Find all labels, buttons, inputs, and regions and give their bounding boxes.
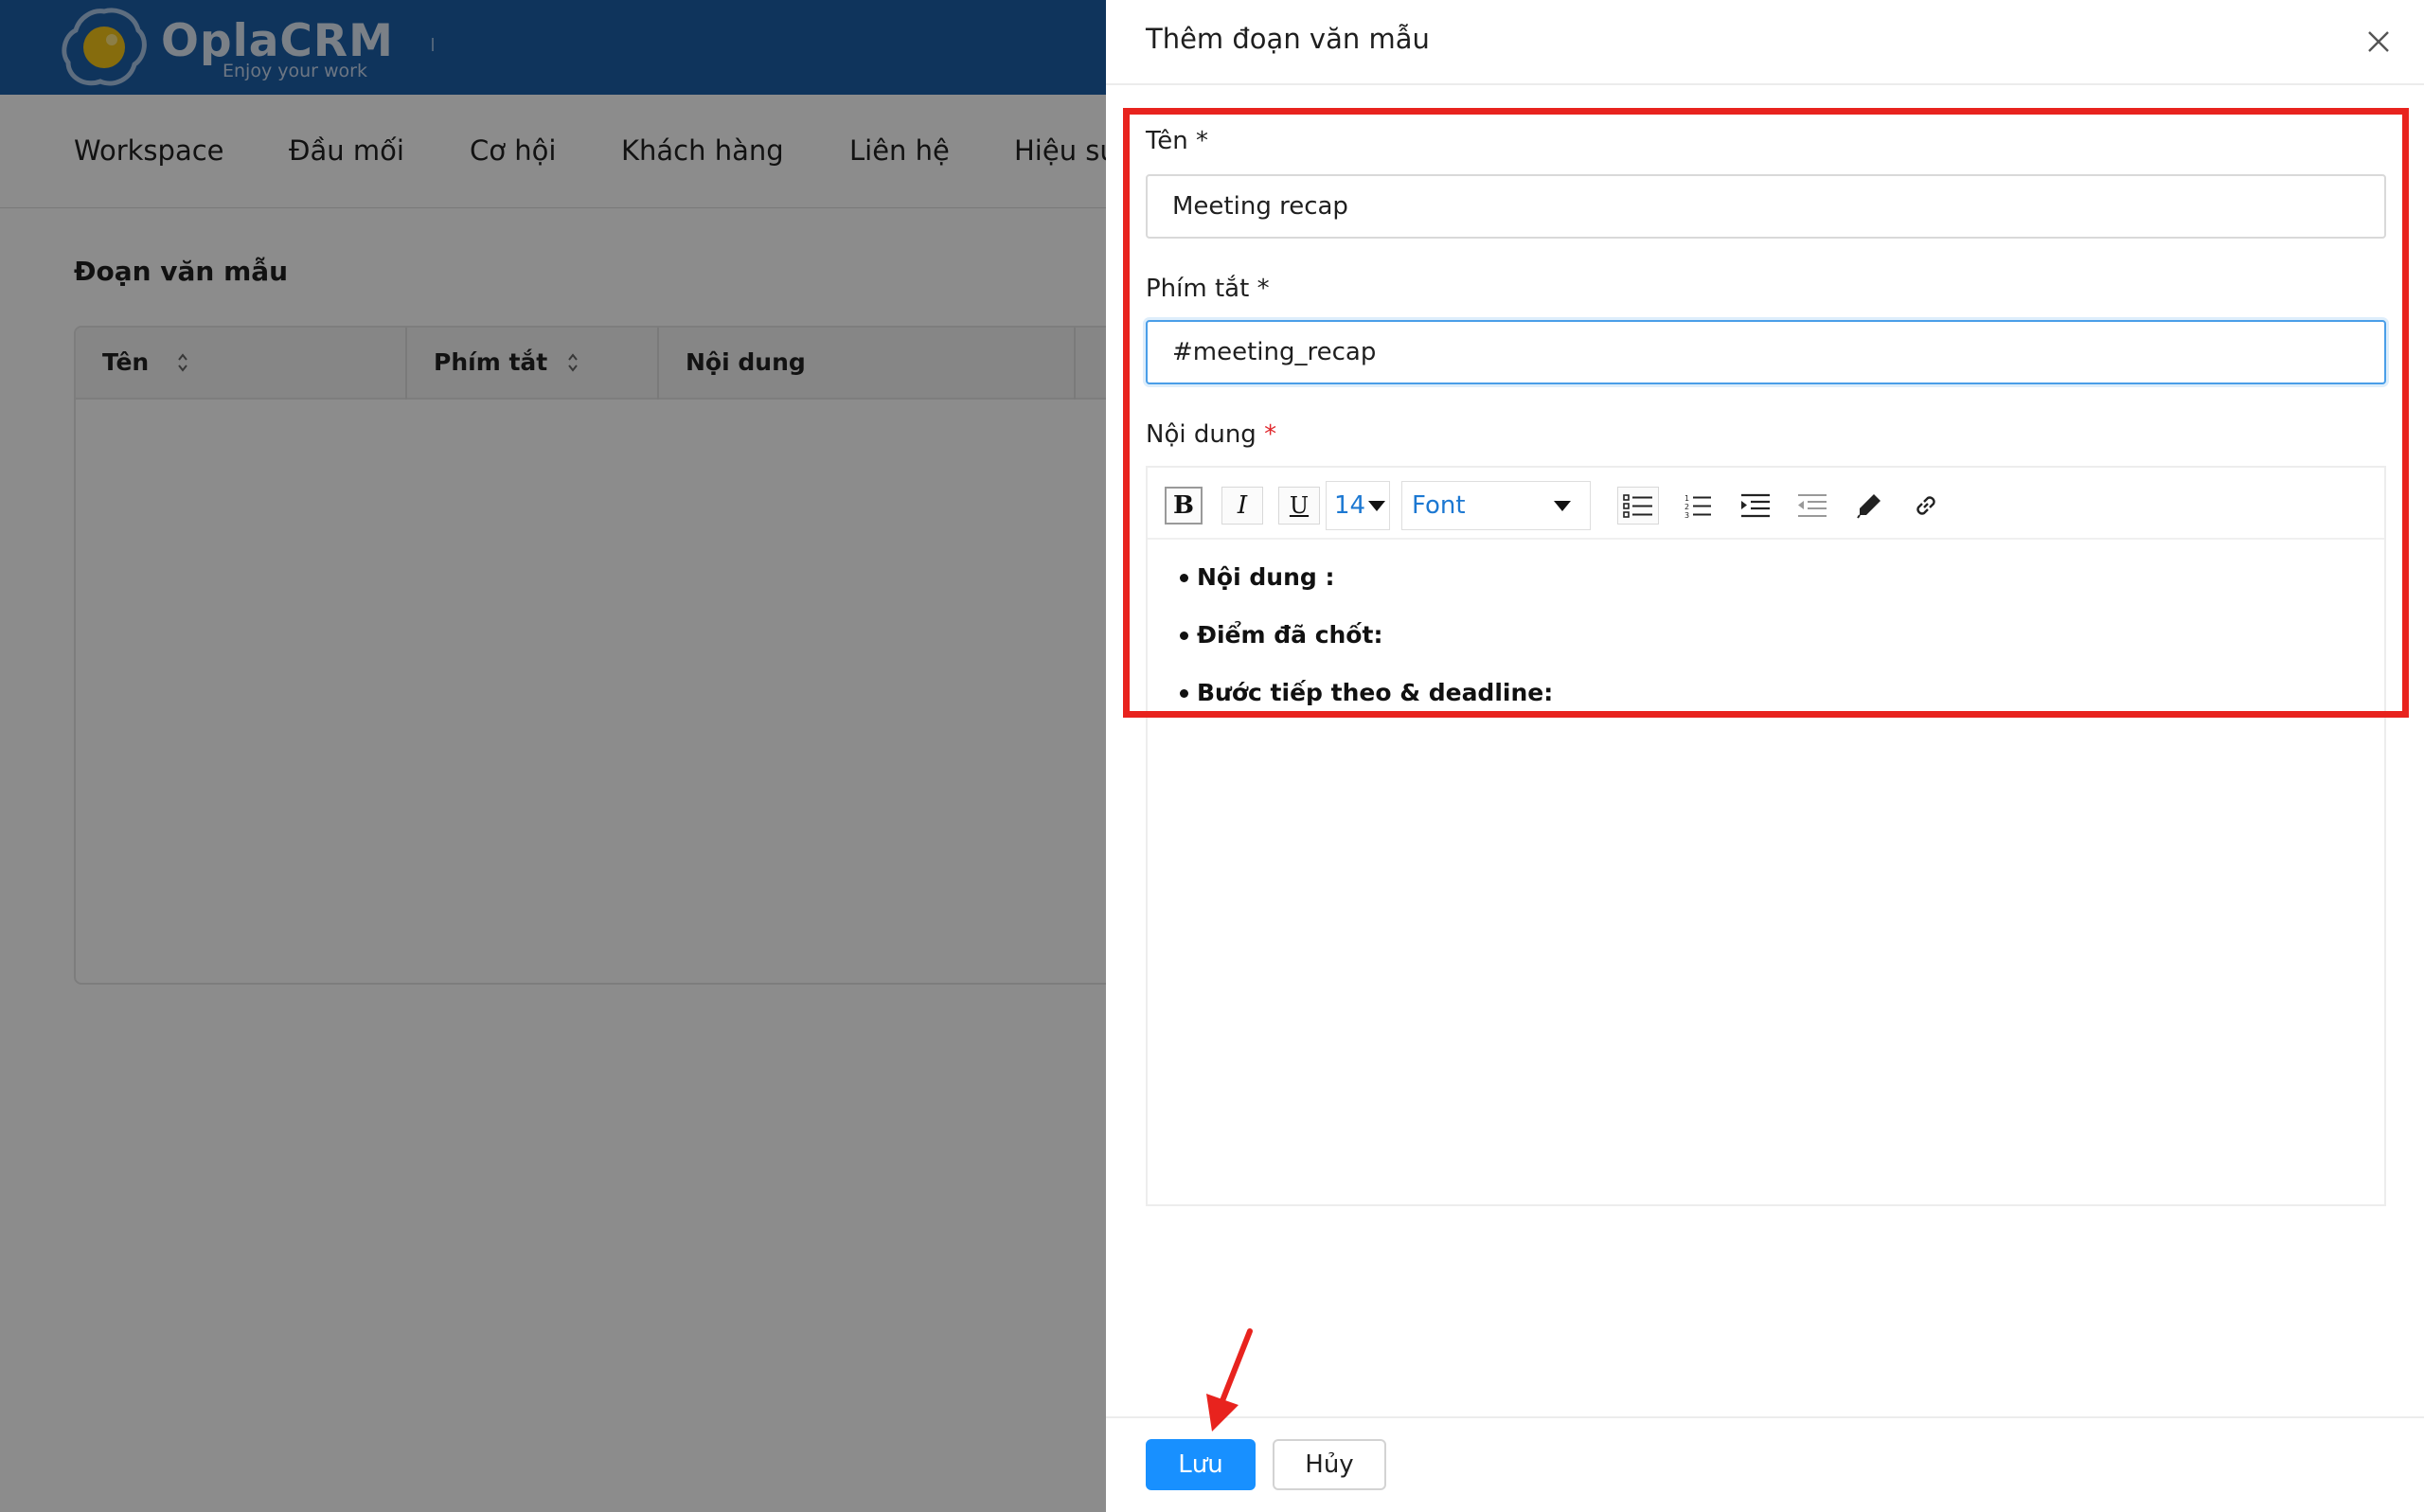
list-item: Điểm đã chốt: [1180,618,2335,676]
outdent-button[interactable] [1791,487,1833,525]
bullet-text: Điểm đã chốt: [1197,621,1383,649]
bullet-dot [1180,689,1188,698]
bullet-text: Bước tiếp theo & deadline: [1197,679,1554,706]
font-family-select[interactable]: Font [1401,481,1591,530]
required-mark: * [1257,275,1270,303]
required-mark: * [1195,127,1208,155]
name-input[interactable] [1146,174,2386,239]
add-snippet-drawer: Thêm đoạn văn mẫu Tên * Phím tắt * Nội d… [1106,0,2424,1512]
cancel-button[interactable]: Hủy [1273,1439,1386,1490]
content-label-text: Nội dung [1146,420,1257,449]
name-label-text: Tên [1146,127,1188,155]
indent-icon [1741,493,1770,518]
list-item: Nội dung : [1180,560,2335,618]
bold-button[interactable]: B [1165,487,1203,525]
font-family-value: Font [1412,491,1466,520]
svg-text:2: 2 [1684,503,1689,511]
bullet-list-button[interactable] [1617,487,1659,525]
bullet-text: Nội dung : [1197,563,1335,591]
editor-toolbar: B I U 14 Font 1 2 3 [1148,468,2384,540]
bullet-dot [1180,574,1188,582]
svg-text:3: 3 [1684,511,1689,519]
font-size-value: 14 [1334,491,1366,520]
pen-icon [1857,494,1880,519]
svg-text:1: 1 [1684,494,1689,503]
bullet-dot [1180,631,1188,640]
shortcut-label-text: Phím tắt [1146,275,1250,303]
drawer-header: Thêm đoạn văn mẫu [1106,0,2424,85]
close-button[interactable] [2360,23,2397,61]
name-field-label: Tên * [1146,127,1208,155]
shortcut-input[interactable] [1146,320,2386,384]
underline-button[interactable]: U [1278,487,1320,525]
chevron-down-icon [1368,501,1385,511]
shortcut-field-label: Phím tắt * [1146,275,1270,303]
pen-button[interactable] [1848,487,1890,525]
drawer-title: Thêm đoạn văn mẫu [1146,23,1430,55]
indent-button[interactable] [1735,487,1776,525]
chevron-down-icon [1554,501,1571,511]
bullet-list-icon [1623,494,1652,518]
rich-text-editor: B I U 14 Font 1 2 3 Nội dung: Điểm đã c… [1146,466,2386,1206]
link-icon [1916,496,1935,515]
outdent-icon [1798,494,1827,517]
close-icon [2368,31,2389,52]
list-item: Bước tiếp theo & deadline: [1180,676,2335,734]
required-mark: * [1264,420,1277,449]
italic-button[interactable]: I [1221,487,1263,525]
font-size-select[interactable]: 14 [1326,481,1390,530]
editor-content-area[interactable]: Nội dung : Điểm đã chốt: Bước tiếp theo … [1148,542,2384,1204]
numbered-list-button[interactable]: 1 2 3 [1678,487,1720,525]
link-button[interactable] [1905,487,1947,525]
content-field-label: Nội dung * [1146,420,1276,449]
modal-backdrop[interactable] [0,0,1106,1512]
drawer-footer: Lưu Hủy [1106,1416,2424,1512]
save-button[interactable]: Lưu [1146,1439,1256,1490]
numbered-list-icon: 1 2 3 [1684,494,1711,519]
